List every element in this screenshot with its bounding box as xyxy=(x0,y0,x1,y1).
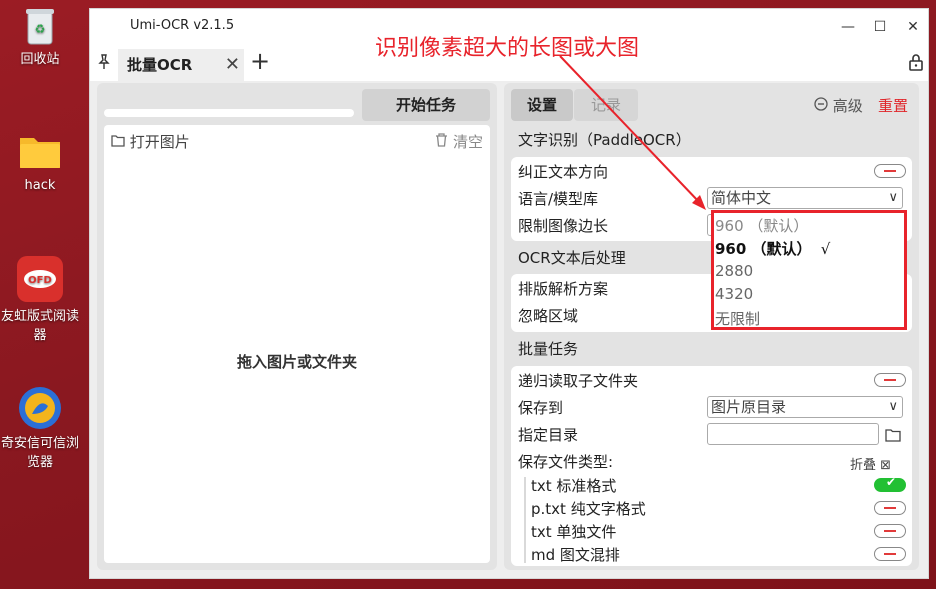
annotation-arrow xyxy=(559,55,706,210)
